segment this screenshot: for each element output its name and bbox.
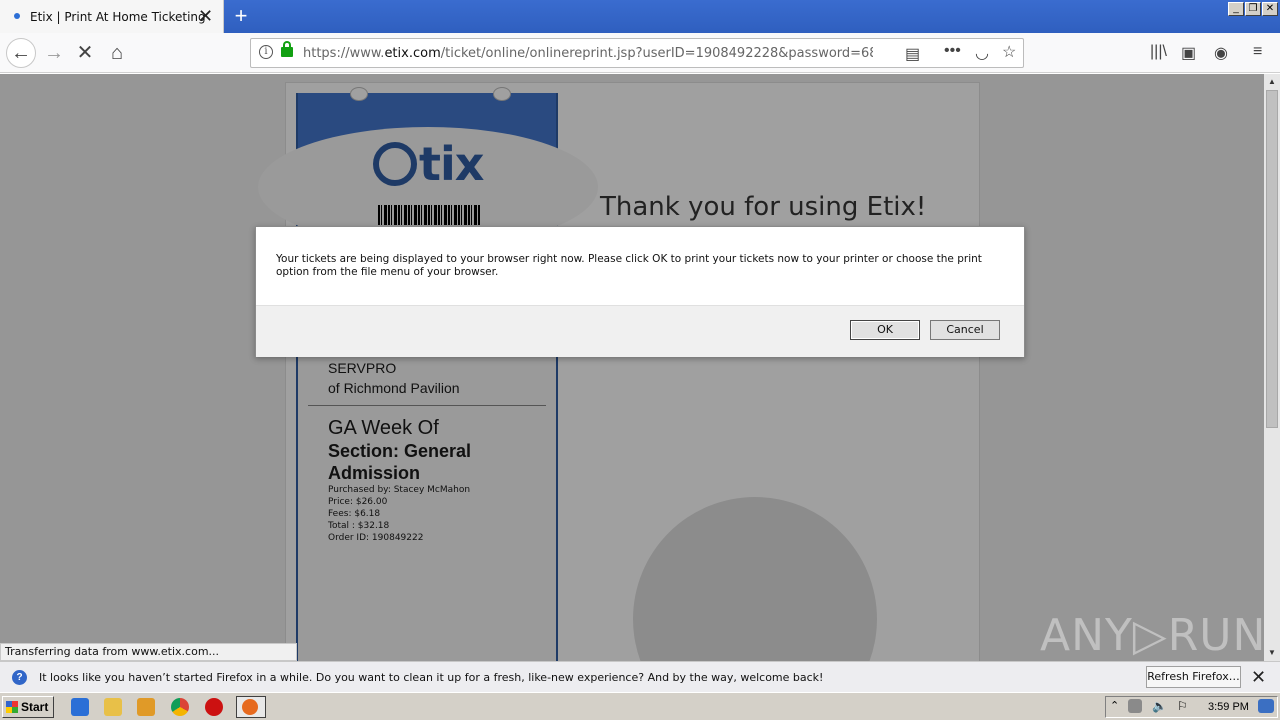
- venue-name-line2: of Richmond Pavilion: [328, 380, 460, 396]
- opera-icon[interactable]: [205, 698, 223, 716]
- forward-button[interactable]: →: [40, 39, 68, 67]
- section-line2: Admission: [328, 463, 421, 483]
- status-text: Transferring data from www.etix.com...: [0, 643, 297, 661]
- tab-bar: Etix | Print At Home Ticketing ✕ + _ ❐ ✕: [0, 0, 1280, 33]
- ticket: tix SERVPRO of Richmond Pavilion GA Week…: [258, 87, 598, 661]
- thank-you-heading: Thank you for using Etix!: [600, 192, 927, 222]
- home-button[interactable]: ⌂: [103, 39, 131, 67]
- stop-loading-button[interactable]: ✕: [71, 39, 99, 67]
- firefox-icon: [242, 699, 258, 715]
- back-button[interactable]: ←: [6, 38, 36, 68]
- order-id: Order ID: 190849222: [328, 533, 424, 543]
- tab-title: Etix | Print At Home Ticketing: [30, 10, 206, 24]
- section-line1: Section: General: [328, 441, 472, 461]
- notification-bar: ? It looks like you haven’t started Fire…: [0, 661, 1280, 692]
- dialog-footer: OK Cancel: [256, 305, 1024, 357]
- reader-view-icon[interactable]: ▤: [905, 44, 920, 64]
- price: Price: $26.00: [328, 497, 388, 507]
- scrollbar-thumb[interactable]: [1266, 90, 1278, 428]
- anyrun-watermark: ANY▷RUN: [1040, 610, 1267, 661]
- new-tab-button[interactable]: +: [230, 4, 252, 28]
- notification-message: It looks like you haven’t started Firefo…: [39, 671, 824, 684]
- windows-flag-icon: [6, 701, 18, 713]
- etix-logo: tix: [373, 137, 484, 191]
- site-info-icon[interactable]: i: [259, 45, 273, 59]
- etix-e-icon: [373, 141, 417, 186]
- url-text[interactable]: https://www.etix.com/ticket/online/onlin…: [303, 46, 873, 61]
- menu-icon[interactable]: ≡: [1253, 43, 1262, 61]
- account-icon[interactable]: ◉: [1214, 43, 1228, 63]
- ie-icon[interactable]: [71, 698, 89, 716]
- fees: Fees: $6.18: [328, 509, 381, 519]
- minimize-button[interactable]: _: [1228, 2, 1244, 16]
- navigation-toolbar: ← → ✕ ⌂ i https://www.etix.com/ticket/on…: [0, 33, 1280, 73]
- volume-icon[interactable]: 🔈: [1152, 699, 1167, 713]
- show-desktop-icon[interactable]: [1258, 699, 1274, 713]
- bookmark-star-icon[interactable]: ☆: [1002, 42, 1016, 62]
- notification-close-icon[interactable]: ✕: [1251, 667, 1266, 688]
- sidebar-icon[interactable]: ▣: [1181, 43, 1196, 63]
- venue-name-line1: SERVPRO: [328, 360, 397, 376]
- question-icon: ?: [12, 670, 27, 685]
- secure-lock-icon: [281, 41, 293, 57]
- explorer-icon[interactable]: [104, 698, 122, 716]
- ticket-divider: [308, 405, 546, 406]
- purchased-by: Purchased by: Stacey McMahon: [328, 485, 471, 495]
- start-button[interactable]: Start: [2, 696, 54, 718]
- close-window-button[interactable]: ✕: [1262, 2, 1278, 16]
- library-icon[interactable]: |||\: [1150, 43, 1167, 61]
- ga-week-label: GA Week Of: [328, 417, 439, 439]
- ticket-notch: [493, 87, 511, 101]
- refresh-firefox-button[interactable]: Refresh Firefox…: [1146, 666, 1241, 688]
- chrome-icon[interactable]: [171, 698, 189, 716]
- address-bar[interactable]: i https://www.etix.com/ticket/online/onl…: [250, 38, 1024, 68]
- restore-button[interactable]: ❐: [1245, 2, 1261, 16]
- pocket-icon[interactable]: ◡: [975, 43, 989, 63]
- tray-expand-icon[interactable]: ⌃: [1110, 699, 1120, 717]
- media-player-icon[interactable]: [137, 698, 155, 716]
- clock: 3:59 PM: [1208, 701, 1249, 713]
- page-actions-icon[interactable]: •••: [944, 42, 961, 60]
- tab-close-icon[interactable]: ✕: [198, 6, 213, 26]
- dialog-message: Your tickets are being displayed to your…: [276, 253, 982, 278]
- print-confirm-dialog: Your tickets are being displayed to your…: [255, 226, 1025, 357]
- taskbar: Start ⌃ 🔈 ⚐ 3:59 PM: [0, 692, 1280, 720]
- ticket-notch: [350, 87, 368, 101]
- total: Total : $32.18: [328, 521, 390, 531]
- tab-etix[interactable]: Etix | Print At Home Ticketing ✕: [0, 0, 224, 33]
- barcode: [378, 205, 480, 225]
- favicon-icon: [14, 13, 20, 19]
- page-content: tix SERVPRO of Richmond Pavilion GA Week…: [0, 74, 1264, 661]
- network-icon[interactable]: [1128, 699, 1142, 713]
- scroll-up-icon[interactable]: ▲: [1264, 74, 1280, 90]
- ok-button[interactable]: OK: [850, 320, 920, 340]
- action-center-flag-icon[interactable]: ⚐: [1177, 699, 1191, 713]
- cancel-button[interactable]: Cancel: [930, 320, 1000, 340]
